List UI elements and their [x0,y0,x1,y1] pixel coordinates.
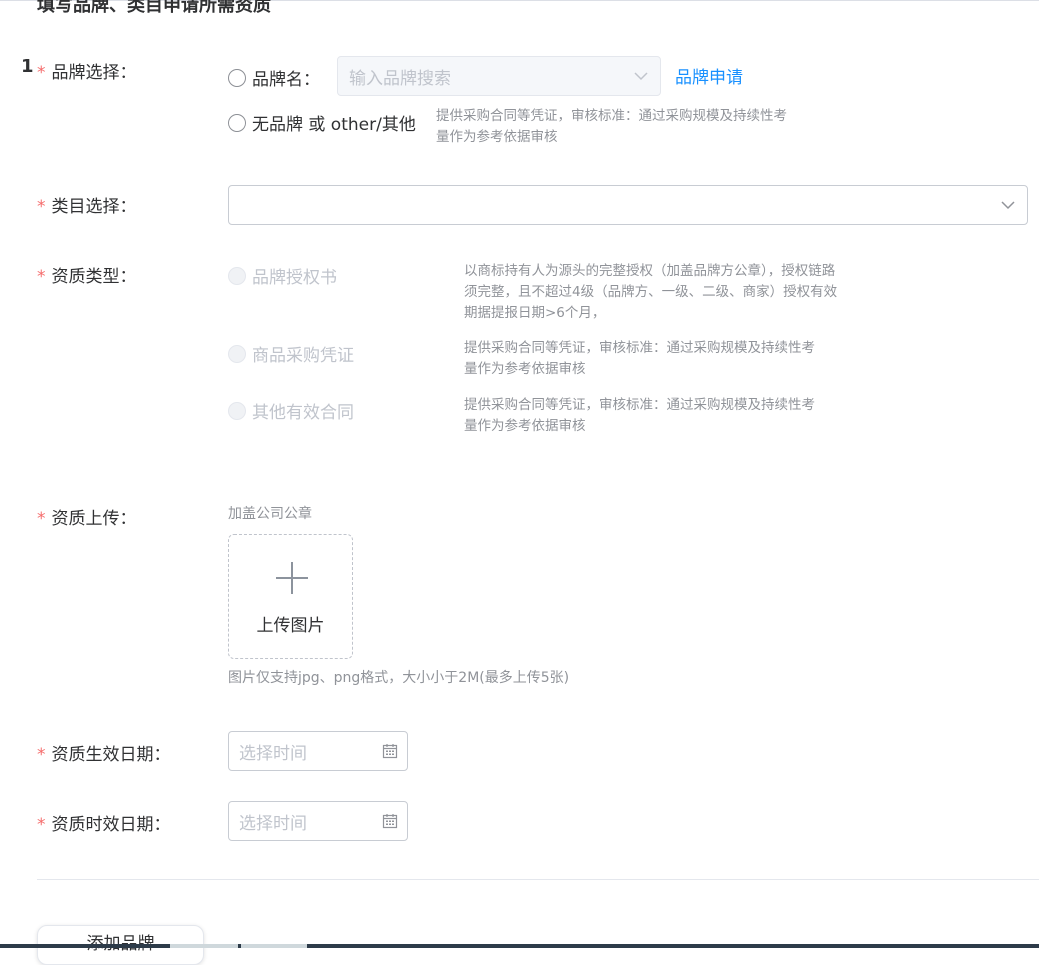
taskbar-item[interactable] [241,944,307,948]
upload-label: * 资质上传： [37,504,137,529]
purchase-voucher-hint: 提供采购合同等凭证，审核标准：通过采购规模及持续性考量作为参考依据审核 [464,340,815,377]
brand-search-select[interactable]: 输入品牌搜索 [337,56,661,96]
other-contract-hint: 提供采购合同等凭证，审核标准：通过采购规模及持续性考量作为参考依据审核 [464,397,815,434]
stamp-hint: 加盖公司公章 [228,506,312,522]
required-mark: * [37,509,46,529]
required-mark: * [37,815,46,835]
effective-date-picker[interactable]: 选择时间 [228,731,408,771]
qualification-type-label-text: 资质类型： [51,267,137,287]
radio-brand-authorization-label: 品牌授权书 [252,268,337,288]
required-mark: * [37,267,46,287]
calendar-icon [382,814,398,829]
radio-no-brand[interactable]: 无品牌 或 other/其他 [228,110,416,135]
upload-image-text: 上传图片 [256,616,325,636]
radio-brand-name-label: 品牌名： [252,70,320,90]
taskbar-item[interactable] [170,944,238,948]
radio-purchase-voucher[interactable]: 商品采购凭证 [228,341,354,366]
expiry-date-label-text: 资质时效日期： [51,815,171,835]
brand-label: * 品牌选择： [37,58,137,83]
radio-circle[interactable] [228,344,246,363]
radio-circle[interactable] [228,266,246,285]
radio-no-brand-label: 无品牌 或 other/其他 [252,115,416,135]
radio-circle[interactable] [228,113,246,132]
expiry-date-picker[interactable]: 选择时间 [228,801,408,841]
divider [37,879,1039,880]
expiry-date-label: * 资质时效日期： [37,810,171,835]
upload-image-button[interactable]: 上传图片 [228,534,353,659]
qualification-type-label: * 资质类型： [37,262,137,287]
effective-date-label: * 资质生效日期： [37,740,171,765]
effective-date-label-text: 资质生效日期： [51,745,171,765]
taskbar [0,944,1039,948]
radio-brand-name[interactable]: 品牌名： [228,65,320,90]
plus-icon [276,562,308,594]
radio-purchase-voucher-label: 商品采购凭证 [252,346,354,366]
radio-circle[interactable] [228,68,246,87]
radio-other-contract[interactable]: 其他有效合同 [228,398,354,423]
chevron-down-icon [1001,201,1015,210]
category-label-text: 类目选择： [51,197,137,217]
no-brand-hint: 提供采购合同等凭证，审核标准：通过采购规模及持续性考量作为参考依据审核 [436,108,787,145]
category-label: * 类目选择： [37,192,137,217]
expiry-date-placeholder: 选择时间 [239,813,307,834]
effective-date-placeholder: 选择时间 [239,743,307,764]
brand-label-text: 品牌选择： [51,63,137,83]
upload-format-tip: 图片仅支持jpg、png格式，大小小于2M(最多上传5张) [228,670,570,686]
radio-brand-authorization[interactable]: 品牌授权书 [228,263,337,288]
radio-circle[interactable] [228,401,246,420]
row-index: 1 [21,56,34,77]
radio-other-contract-label: 其他有效合同 [252,403,354,423]
required-mark: * [37,63,46,83]
brand-search-placeholder: 输入品牌搜索 [349,68,451,89]
calendar-icon [382,744,398,759]
brand-apply-link[interactable]: 品牌申请 [675,63,743,88]
required-mark: * [37,745,46,765]
section-title: 填写品牌、类目申请所需资质 [37,0,271,16]
brand-authorization-hint: 以商标持有人为源头的完整授权（加盖品牌方公章），授权链路须完整，且不超过4级（品… [464,263,838,321]
required-mark: * [37,197,46,217]
category-select[interactable] [228,185,1028,225]
chevron-down-icon [634,72,648,81]
upload-label-text: 资质上传： [51,509,137,529]
